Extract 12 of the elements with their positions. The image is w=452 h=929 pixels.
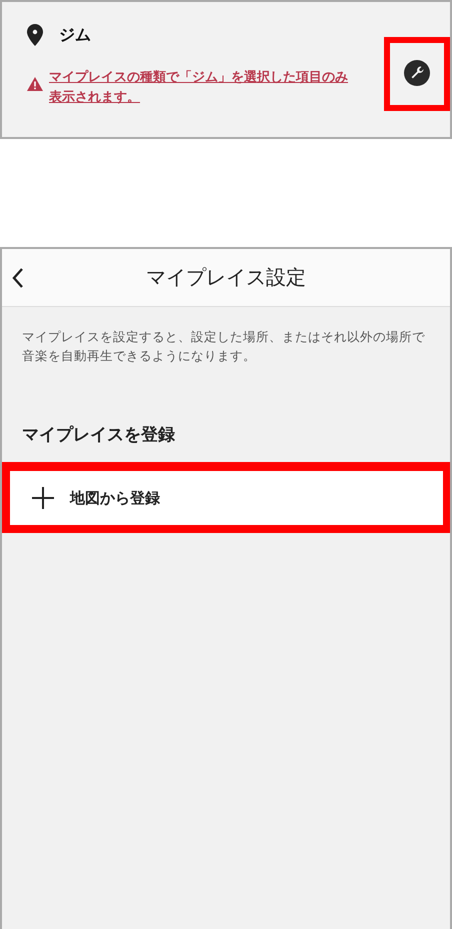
warning-link[interactable]: マイプレイスの種類で「ジム」を選択した項目のみ表示されます。 [49,68,349,108]
section-title: マイプレイスを登録 [22,424,176,446]
place-name: ジム [59,24,91,46]
location-pin-icon [27,24,43,46]
screen-title: マイプレイス設定 [146,264,306,291]
back-icon[interactable] [12,267,24,289]
add-from-map-button[interactable]: 地図から登録 [10,471,443,525]
settings-button[interactable] [404,60,430,86]
wrench-icon [404,60,430,86]
description-text: マイプレイスを設定すると、設定した場所、またはそれ以外の場所で音楽を自動再生できるようになります。 [22,328,426,365]
warning-icon [27,77,43,91]
plus-icon [32,487,54,509]
